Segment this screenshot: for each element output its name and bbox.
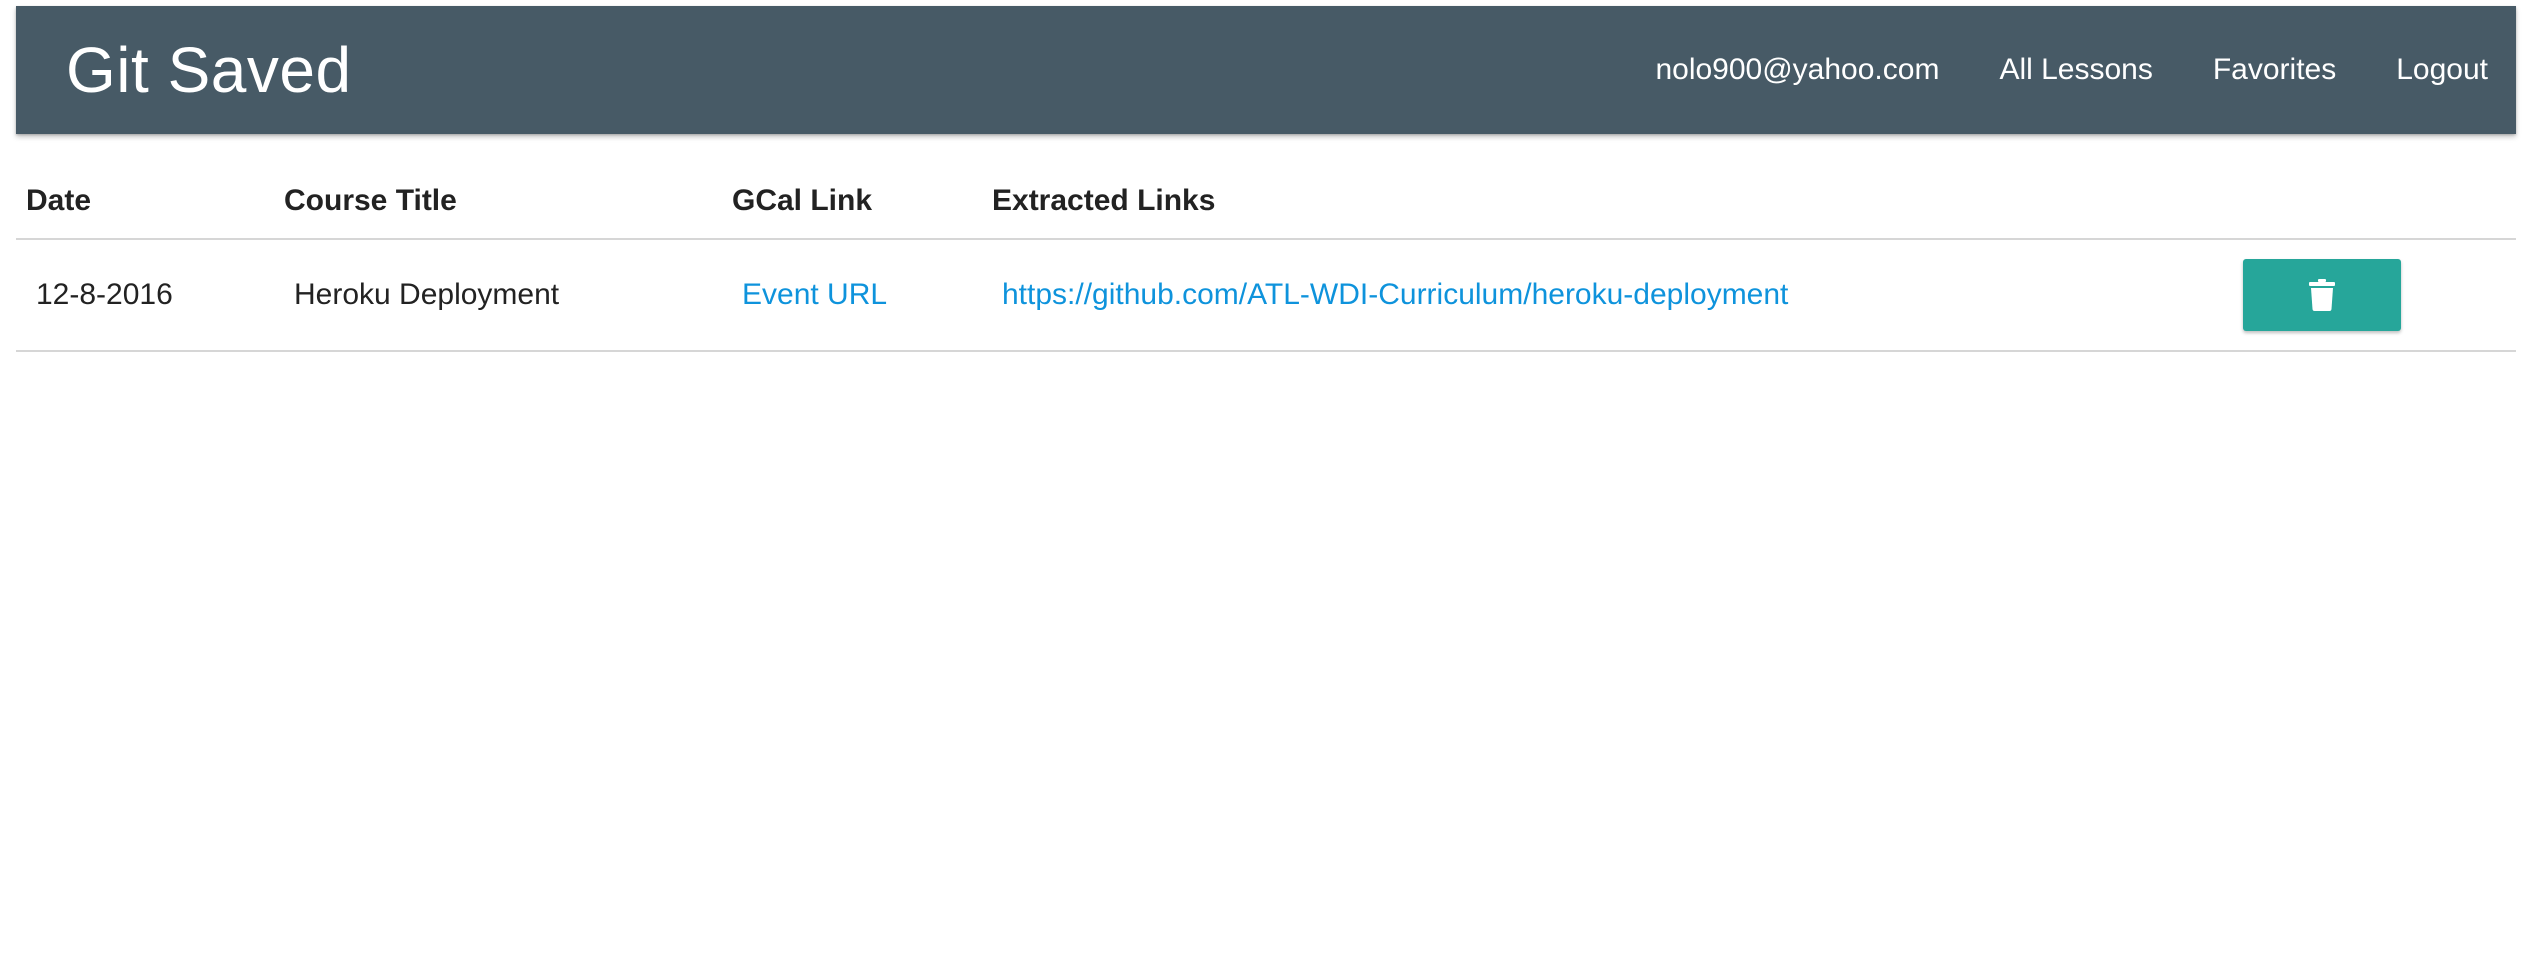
table-body: 12-8-2016 Heroku Deployment Event URL ht… [16, 239, 2516, 352]
extracted-github-link[interactable]: https://github.com/ATL-WDI-Curriculum/he… [1002, 278, 1788, 311]
header-date: Date [16, 134, 274, 240]
header-actions [2229, 134, 2516, 240]
event-url-link[interactable]: Event URL [742, 278, 887, 311]
nav-links: nolo900@yahoo.com All Lessons Favorites … [1625, 6, 2516, 134]
nav-all-lessons[interactable]: All Lessons [1969, 53, 2182, 87]
cell-gcal-link: Event URL [722, 239, 982, 352]
brand-logo[interactable]: Git Saved [66, 6, 352, 134]
cell-date: 12-8-2016 [16, 239, 274, 352]
trash-icon [2309, 279, 2335, 311]
top-navbar: Git Saved nolo900@yahoo.com All Lessons … [16, 6, 2516, 134]
nav-favorites[interactable]: Favorites [2183, 53, 2366, 87]
cell-actions [2229, 239, 2516, 352]
header-gcal-link: GCal Link [722, 134, 982, 240]
cell-course-title: Heroku Deployment [274, 239, 722, 352]
nav-logout[interactable]: Logout [2366, 53, 2516, 87]
table-header: Date Course Title GCal Link Extracted Li… [16, 134, 2516, 240]
header-course-title: Course Title [274, 134, 722, 240]
table-row: 12-8-2016 Heroku Deployment Event URL ht… [16, 239, 2516, 352]
delete-button[interactable] [2243, 259, 2401, 331]
cell-extracted-links: https://github.com/ATL-WDI-Curriculum/he… [982, 239, 2229, 352]
page: Git Saved nolo900@yahoo.com All Lessons … [16, 6, 2516, 352]
nav-user-email[interactable]: nolo900@yahoo.com [1625, 53, 1969, 87]
favorites-table: Date Course Title GCal Link Extracted Li… [16, 134, 2516, 352]
header-row: Date Course Title GCal Link Extracted Li… [16, 134, 2516, 240]
header-extracted-links: Extracted Links [982, 134, 2229, 240]
